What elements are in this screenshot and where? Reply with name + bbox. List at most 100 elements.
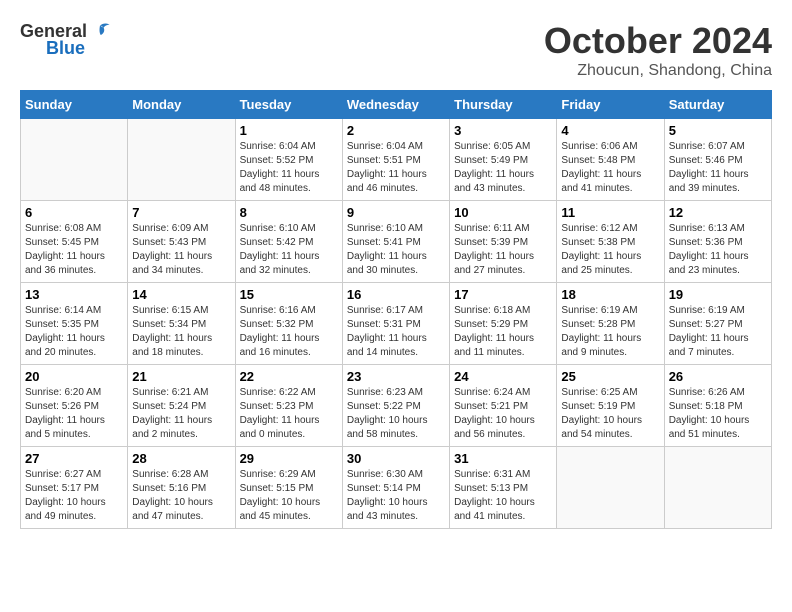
day-info: Sunrise: 6:25 AM Sunset: 5:19 PM Dayligh… bbox=[561, 386, 659, 442]
day-info: Sunrise: 6:29 AM Sunset: 5:15 PM Dayligh… bbox=[240, 468, 338, 524]
calendar-cell bbox=[21, 119, 128, 201]
calendar-cell: 7 Sunrise: 6:09 AM Sunset: 5:43 PM Daylig… bbox=[128, 201, 235, 283]
calendar-cell: 24 Sunrise: 6:24 AM Sunset: 5:21 PM Dayli… bbox=[450, 365, 557, 447]
day-number: 16 bbox=[347, 287, 445, 302]
day-info: Sunrise: 6:19 AM Sunset: 5:27 PM Dayligh… bbox=[669, 304, 767, 360]
calendar-cell: 23 Sunrise: 6:23 AM Sunset: 5:22 PM Dayli… bbox=[342, 365, 449, 447]
day-number: 29 bbox=[240, 451, 338, 466]
calendar-week-row: 1Sunrise: 6:04 AM Sunset: 5:52 PM Daylig… bbox=[21, 119, 772, 201]
calendar-cell: 25 Sunrise: 6:25 AM Sunset: 5:19 PM Dayli… bbox=[557, 365, 664, 447]
day-number: 28 bbox=[132, 451, 230, 466]
day-info: Sunrise: 6:31 AM Sunset: 5:13 PM Dayligh… bbox=[454, 468, 552, 524]
day-info: Sunrise: 6:22 AM Sunset: 5:23 PM Dayligh… bbox=[240, 386, 338, 442]
day-number: 12 bbox=[669, 205, 767, 220]
calendar-cell: 8Sunrise: 6:10 AM Sunset: 5:42 PM Daylig… bbox=[235, 201, 342, 283]
calendar-cell: 9Sunrise: 6:10 AM Sunset: 5:41 PM Daylig… bbox=[342, 201, 449, 283]
weekday-header-thursday: Thursday bbox=[450, 91, 557, 119]
day-number: 3 bbox=[454, 123, 552, 138]
day-number: 19 bbox=[669, 287, 767, 302]
day-number: 14 bbox=[132, 287, 230, 302]
calendar-cell: 28 Sunrise: 6:28 AM Sunset: 5:16 PM Dayli… bbox=[128, 447, 235, 529]
day-info: Sunrise: 6:09 AM Sunset: 5:43 PM Dayligh… bbox=[132, 222, 230, 278]
title-section: October 2024 Zhoucun, Shandong, China bbox=[544, 20, 772, 80]
location-title: Zhoucun, Shandong, China bbox=[544, 62, 772, 80]
calendar-cell: 13 Sunrise: 6:14 AM Sunset: 5:35 PM Dayli… bbox=[21, 283, 128, 365]
calendar-cell: 11 Sunrise: 6:12 AM Sunset: 5:38 PM Dayli… bbox=[557, 201, 664, 283]
calendar-cell bbox=[664, 447, 771, 529]
day-info: Sunrise: 6:16 AM Sunset: 5:32 PM Dayligh… bbox=[240, 304, 338, 360]
day-info: Sunrise: 6:28 AM Sunset: 5:16 PM Dayligh… bbox=[132, 468, 230, 524]
day-info: Sunrise: 6:23 AM Sunset: 5:22 PM Dayligh… bbox=[347, 386, 445, 442]
day-number: 20 bbox=[25, 369, 123, 384]
logo: General Blue bbox=[20, 20, 111, 59]
day-number: 10 bbox=[454, 205, 552, 220]
page-header: General Blue October 2024 Zhoucun, Shand… bbox=[20, 20, 772, 80]
day-info: Sunrise: 6:04 AM Sunset: 5:51 PM Dayligh… bbox=[347, 140, 445, 196]
day-number: 9 bbox=[347, 205, 445, 220]
calendar-cell: 6 Sunrise: 6:08 AM Sunset: 5:45 PM Daylig… bbox=[21, 201, 128, 283]
day-number: 23 bbox=[347, 369, 445, 384]
calendar-week-row: 13 Sunrise: 6:14 AM Sunset: 5:35 PM Dayli… bbox=[21, 283, 772, 365]
calendar-cell: 19 Sunrise: 6:19 AM Sunset: 5:27 PM Dayli… bbox=[664, 283, 771, 365]
day-number: 25 bbox=[561, 369, 659, 384]
day-info: Sunrise: 6:06 AM Sunset: 5:48 PM Dayligh… bbox=[561, 140, 659, 196]
calendar-cell: 22Sunrise: 6:22 AM Sunset: 5:23 PM Dayli… bbox=[235, 365, 342, 447]
day-number: 27 bbox=[25, 451, 123, 466]
calendar-cell: 3 Sunrise: 6:05 AM Sunset: 5:49 PM Daylig… bbox=[450, 119, 557, 201]
day-info: Sunrise: 6:24 AM Sunset: 5:21 PM Dayligh… bbox=[454, 386, 552, 442]
calendar-cell: 31 Sunrise: 6:31 AM Sunset: 5:13 PM Dayli… bbox=[450, 447, 557, 529]
day-info: Sunrise: 6:17 AM Sunset: 5:31 PM Dayligh… bbox=[347, 304, 445, 360]
day-info: Sunrise: 6:15 AM Sunset: 5:34 PM Dayligh… bbox=[132, 304, 230, 360]
day-number: 1 bbox=[240, 123, 338, 138]
weekday-header-wednesday: Wednesday bbox=[342, 91, 449, 119]
day-number: 26 bbox=[669, 369, 767, 384]
day-info: Sunrise: 6:12 AM Sunset: 5:38 PM Dayligh… bbox=[561, 222, 659, 278]
calendar-cell: 16 Sunrise: 6:17 AM Sunset: 5:31 PM Dayli… bbox=[342, 283, 449, 365]
day-number: 21 bbox=[132, 369, 230, 384]
day-info: Sunrise: 6:08 AM Sunset: 5:45 PM Dayligh… bbox=[25, 222, 123, 278]
calendar-cell: 12 Sunrise: 6:13 AM Sunset: 5:36 PM Dayli… bbox=[664, 201, 771, 283]
calendar-cell: 14 Sunrise: 6:15 AM Sunset: 5:34 PM Dayli… bbox=[128, 283, 235, 365]
day-info: Sunrise: 6:13 AM Sunset: 5:36 PM Dayligh… bbox=[669, 222, 767, 278]
day-info: Sunrise: 6:26 AM Sunset: 5:18 PM Dayligh… bbox=[669, 386, 767, 442]
day-number: 17 bbox=[454, 287, 552, 302]
day-number: 2 bbox=[347, 123, 445, 138]
day-number: 24 bbox=[454, 369, 552, 384]
day-number: 6 bbox=[25, 205, 123, 220]
month-title: October 2024 bbox=[544, 20, 772, 62]
calendar-week-row: 20 Sunrise: 6:20 AM Sunset: 5:26 PM Dayli… bbox=[21, 365, 772, 447]
calendar-cell: 18 Sunrise: 6:19 AM Sunset: 5:28 PM Dayli… bbox=[557, 283, 664, 365]
day-number: 13 bbox=[25, 287, 123, 302]
weekday-header-friday: Friday bbox=[557, 91, 664, 119]
day-info: Sunrise: 6:05 AM Sunset: 5:49 PM Dayligh… bbox=[454, 140, 552, 196]
day-info: Sunrise: 6:20 AM Sunset: 5:26 PM Dayligh… bbox=[25, 386, 123, 442]
calendar-cell: 30Sunrise: 6:30 AM Sunset: 5:14 PM Dayli… bbox=[342, 447, 449, 529]
day-info: Sunrise: 6:27 AM Sunset: 5:17 PM Dayligh… bbox=[25, 468, 123, 524]
day-number: 11 bbox=[561, 205, 659, 220]
weekday-header-sunday: Sunday bbox=[21, 91, 128, 119]
calendar-cell: 21Sunrise: 6:21 AM Sunset: 5:24 PM Dayli… bbox=[128, 365, 235, 447]
day-number: 5 bbox=[669, 123, 767, 138]
day-info: Sunrise: 6:18 AM Sunset: 5:29 PM Dayligh… bbox=[454, 304, 552, 360]
weekday-header-monday: Monday bbox=[128, 91, 235, 119]
calendar-cell bbox=[128, 119, 235, 201]
calendar-cell: 27 Sunrise: 6:27 AM Sunset: 5:17 PM Dayli… bbox=[21, 447, 128, 529]
calendar-cell: 20 Sunrise: 6:20 AM Sunset: 5:26 PM Dayli… bbox=[21, 365, 128, 447]
day-number: 18 bbox=[561, 287, 659, 302]
day-number: 31 bbox=[454, 451, 552, 466]
day-info: Sunrise: 6:11 AM Sunset: 5:39 PM Dayligh… bbox=[454, 222, 552, 278]
weekday-header-tuesday: Tuesday bbox=[235, 91, 342, 119]
day-number: 7 bbox=[132, 205, 230, 220]
calendar-cell: 1Sunrise: 6:04 AM Sunset: 5:52 PM Daylig… bbox=[235, 119, 342, 201]
day-info: Sunrise: 6:07 AM Sunset: 5:46 PM Dayligh… bbox=[669, 140, 767, 196]
weekday-header-saturday: Saturday bbox=[664, 91, 771, 119]
day-number: 15 bbox=[240, 287, 338, 302]
logo-blue: Blue bbox=[46, 38, 85, 59]
calendar-cell: 10 Sunrise: 6:11 AM Sunset: 5:39 PM Dayli… bbox=[450, 201, 557, 283]
day-info: Sunrise: 6:14 AM Sunset: 5:35 PM Dayligh… bbox=[25, 304, 123, 360]
calendar-cell: 2 Sunrise: 6:04 AM Sunset: 5:51 PM Daylig… bbox=[342, 119, 449, 201]
calendar-cell: 29 Sunrise: 6:29 AM Sunset: 5:15 PM Dayli… bbox=[235, 447, 342, 529]
day-info: Sunrise: 6:19 AM Sunset: 5:28 PM Dayligh… bbox=[561, 304, 659, 360]
calendar-cell: 5 Sunrise: 6:07 AM Sunset: 5:46 PM Daylig… bbox=[664, 119, 771, 201]
calendar-cell: 17 Sunrise: 6:18 AM Sunset: 5:29 PM Dayli… bbox=[450, 283, 557, 365]
